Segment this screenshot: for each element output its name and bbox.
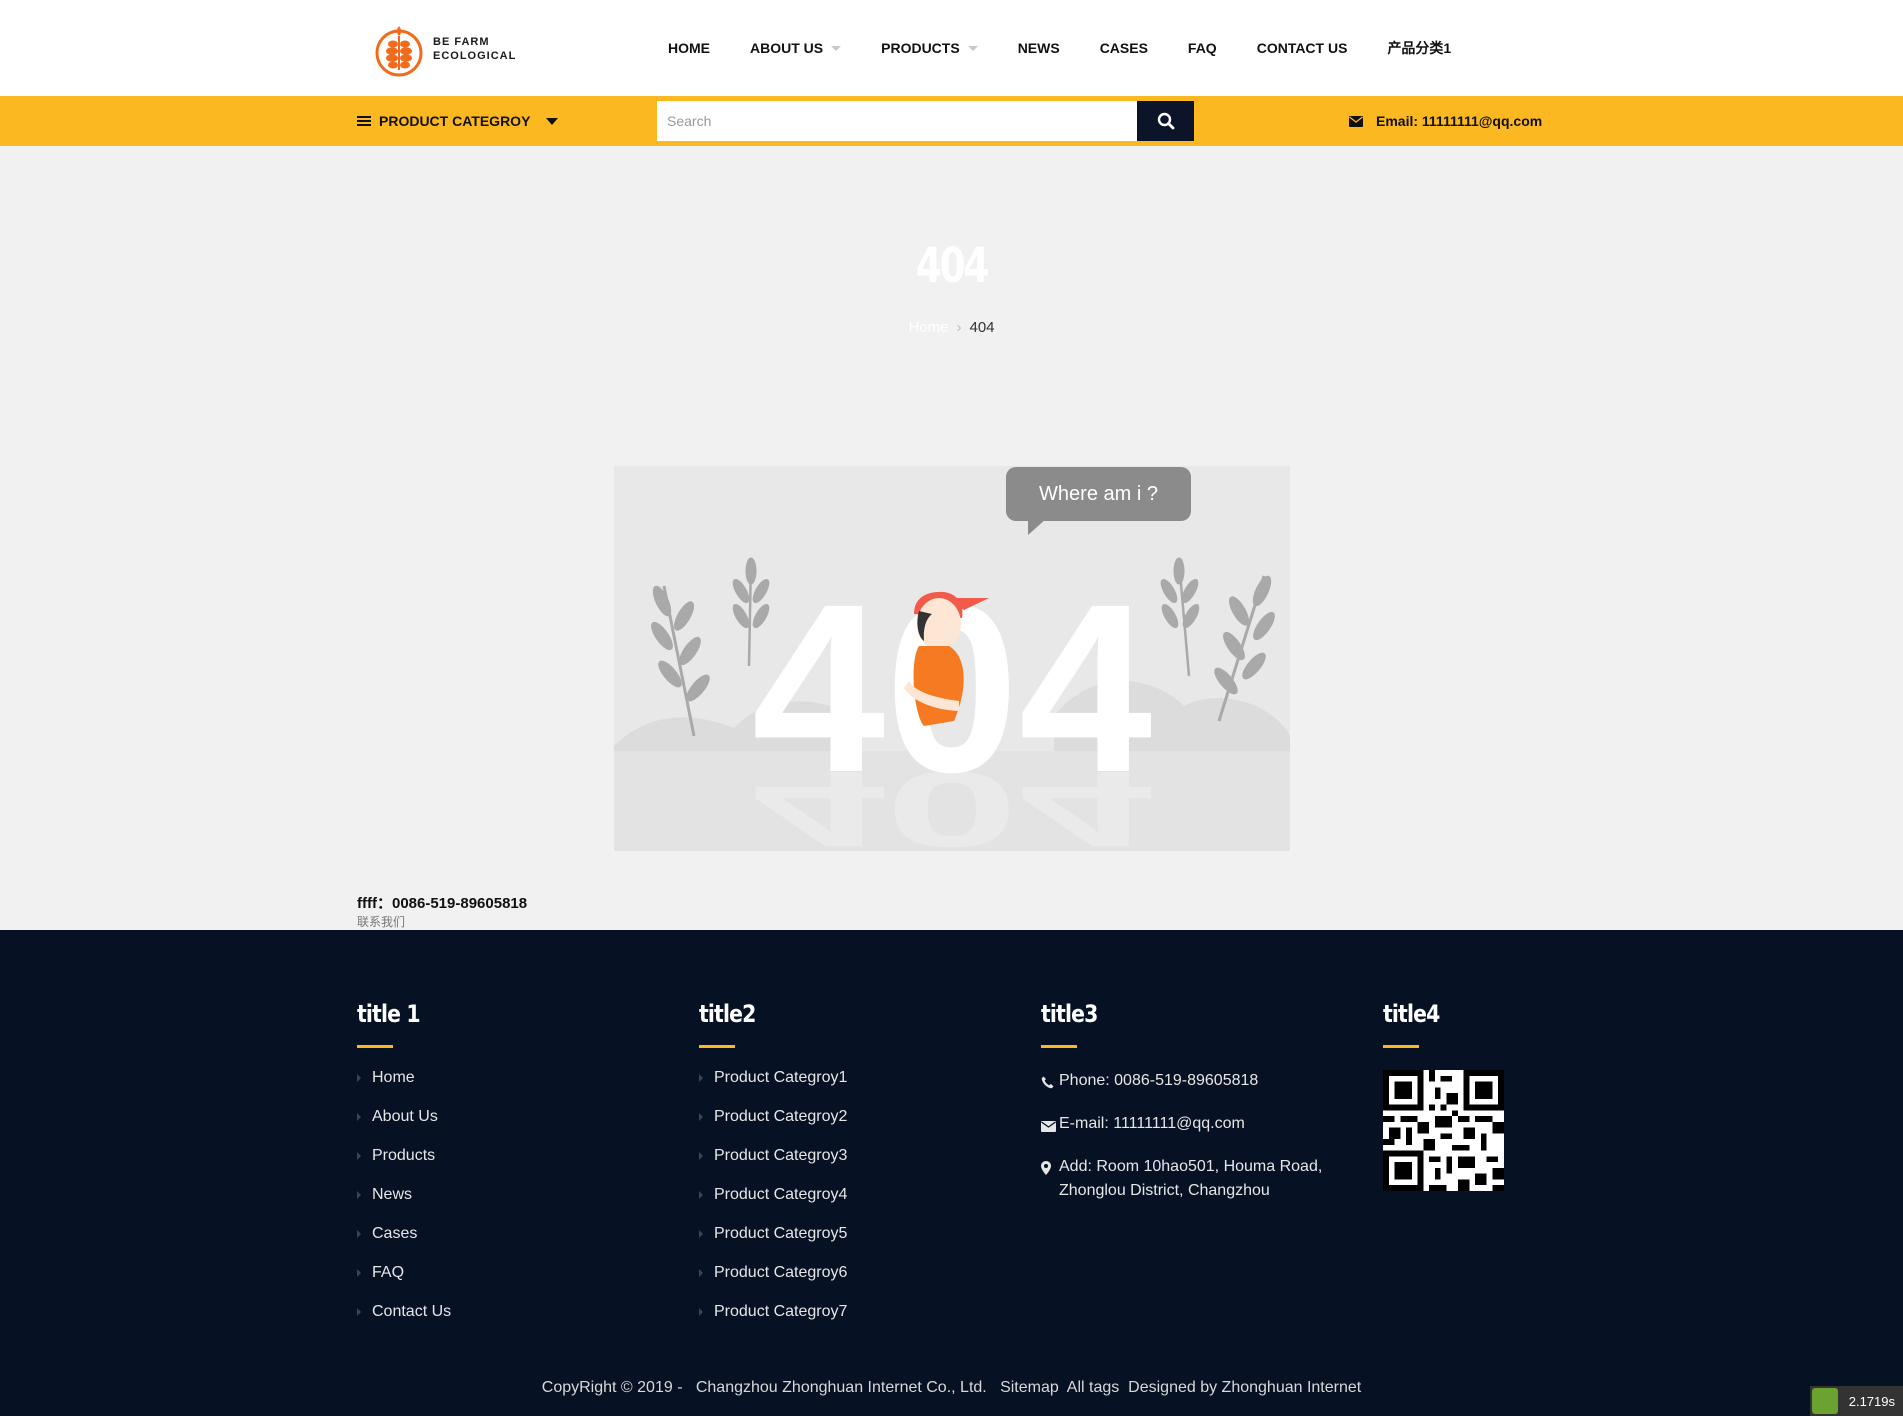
designed-by-link[interactable]: Designed by Zhonghuan Internet bbox=[1128, 1379, 1361, 1396]
product-category-dropdown[interactable]: PRODUCT CATEGROY bbox=[357, 96, 559, 146]
footer-link-category-7[interactable]: Product Categroy7 bbox=[699, 1303, 847, 1342]
page-title: 404 bbox=[915, 238, 989, 294]
sitemap-link[interactable]: Sitemap bbox=[1000, 1379, 1059, 1396]
footer-link-category-4[interactable]: Product Categroy4 bbox=[699, 1186, 847, 1225]
search-button[interactable] bbox=[1137, 101, 1194, 141]
breadcrumb: Home › 404 bbox=[0, 319, 1903, 336]
caret-down-icon bbox=[546, 117, 559, 125]
footer-contact-info: Phone: 0086-519-89605818 E-mail: 1111111… bbox=[1041, 1069, 1331, 1203]
nav-label: PRODUCTS bbox=[881, 40, 960, 56]
chevron-down-icon bbox=[967, 45, 978, 51]
nav-label: 产品分类1 bbox=[1387, 40, 1452, 56]
nav-products[interactable]: PRODUCTS bbox=[881, 40, 978, 56]
footer-email-row: E-mail: 11111111@qq.com bbox=[1041, 1112, 1331, 1140]
footer-title-underline bbox=[699, 1045, 735, 1048]
site-logo[interactable]: BE FARM ECOLOGICAL bbox=[357, 11, 532, 87]
nav-contact-us[interactable]: CONTACT US bbox=[1257, 40, 1348, 56]
footer-title-underline bbox=[1383, 1045, 1419, 1048]
footer-link-about-us[interactable]: About Us bbox=[357, 1108, 451, 1147]
footer-col-1-list: Home About Us Products News Cases FAQ Co… bbox=[357, 1069, 451, 1342]
nav-label: FAQ bbox=[1187, 40, 1217, 56]
footer-link-category-1[interactable]: Product Categroy1 bbox=[699, 1069, 847, 1108]
logo-line-1: BE FARM bbox=[433, 36, 490, 48]
site-footer bbox=[0, 930, 1903, 1416]
footer-link-category-6[interactable]: Product Categroy6 bbox=[699, 1264, 847, 1303]
footer-link-products[interactable]: Products bbox=[357, 1147, 451, 1186]
footer-link-category-2[interactable]: Product Categroy2 bbox=[699, 1108, 847, 1147]
footer-email: E-mail: 11111111@qq.com bbox=[1059, 1115, 1245, 1132]
envelope-icon bbox=[1041, 1112, 1059, 1140]
speech-bubble: Where am i ? bbox=[1006, 467, 1191, 535]
404-illustration: 404 404 bbox=[614, 466, 1290, 851]
timer-text: 2.1719s bbox=[1848, 1393, 1895, 1409]
footer-col-2-title: title2 bbox=[699, 1000, 756, 1028]
product-category-label: PRODUCT CATEGROY bbox=[379, 113, 531, 129]
nav-about-us[interactable]: ABOUT US bbox=[750, 40, 842, 56]
map-pin-icon bbox=[1041, 1155, 1059, 1183]
logo-line-2: ECOLOGICAL bbox=[433, 50, 517, 62]
nav-cases[interactable]: CASES bbox=[1100, 40, 1148, 56]
all-tags-link[interactable]: All tags bbox=[1067, 1379, 1119, 1396]
footer-phone: Phone: 0086-519-89605818 bbox=[1059, 1072, 1259, 1089]
nav-label: ABOUT US bbox=[750, 40, 824, 56]
search-input[interactable] bbox=[657, 101, 1137, 141]
footer-link-faq[interactable]: FAQ bbox=[357, 1264, 451, 1303]
footer-link-category-5[interactable]: Product Categroy5 bbox=[699, 1225, 847, 1264]
nav-product-category-1[interactable]: 产品分类1 bbox=[1387, 38, 1451, 58]
nav-label: CASES bbox=[1099, 40, 1148, 56]
breadcrumb-current: 404 bbox=[969, 319, 995, 336]
qr-code-icon bbox=[1383, 1070, 1504, 1191]
contact-us-link[interactable]: 联系我们 bbox=[357, 913, 405, 930]
footer-link-news[interactable]: News bbox=[357, 1186, 451, 1225]
footer-address: Add: Room 10hao501, Houma Road, Zhonglou… bbox=[1059, 1158, 1323, 1199]
footer-col-4-title: title4 bbox=[1383, 1000, 1440, 1028]
search-icon bbox=[1157, 112, 1174, 130]
header-email-text: Email: 11111111@qq.com bbox=[1376, 113, 1543, 129]
footer-col-4: title4 bbox=[1383, 1000, 1504, 1196]
footer-address-row: Add: Room 10hao501, Houma Road, Zhonglou… bbox=[1041, 1155, 1331, 1203]
footer-link-home[interactable]: Home bbox=[357, 1069, 451, 1108]
phone-icon bbox=[1041, 1069, 1059, 1097]
wheat-logo-icon bbox=[375, 26, 423, 77]
nav-label: NEWS bbox=[1017, 40, 1060, 56]
footer-title-underline bbox=[1041, 1045, 1077, 1048]
logo-text: BE FARM ECOLOGICAL bbox=[433, 35, 516, 63]
chevron-down-icon bbox=[831, 45, 842, 51]
footer-col-2: title2 Product Categroy1 Product Categro… bbox=[699, 1000, 847, 1342]
page-load-timer: 2.1719s bbox=[1810, 1386, 1903, 1416]
footer-phone-row: Phone: 0086-519-89605818 bbox=[1041, 1069, 1331, 1097]
footer-col-1-title: title 1 bbox=[357, 1000, 421, 1028]
footer-col-1: title 1 Home About Us Products News Case… bbox=[357, 1000, 451, 1342]
nav-news[interactable]: NEWS bbox=[1018, 40, 1060, 56]
header-email[interactable]: Email: 11111111@qq.com bbox=[1349, 96, 1542, 146]
footer-link-category-3[interactable]: Product Categroy3 bbox=[699, 1147, 847, 1186]
footer-col-2-list: Product Categroy1 Product Categroy2 Prod… bbox=[699, 1069, 847, 1342]
copyright-bar: CopyRight © 2019 - Changzhou Zhonghuan I… bbox=[0, 1379, 1903, 1397]
nav-faq[interactable]: FAQ bbox=[1188, 40, 1217, 56]
main-nav: HOME ABOUT US PRODUCTS NEWS CASES FAQ CO… bbox=[648, 0, 1471, 96]
svg-text:404: 404 bbox=[752, 749, 1152, 851]
leaf-icon bbox=[1812, 1388, 1838, 1414]
nav-home[interactable]: HOME bbox=[668, 40, 710, 56]
hamburger-icon bbox=[357, 114, 371, 128]
footer-link-cases[interactable]: Cases bbox=[357, 1225, 451, 1264]
footer-col-3: title3 Phone: 0086-519-89605818 E-mail: … bbox=[1041, 1000, 1331, 1218]
copyright-text: CopyRight © 2019 - Changzhou Zhonghuan I… bbox=[541, 1379, 987, 1396]
envelope-icon bbox=[1349, 115, 1363, 127]
nav-label: CONTACT US bbox=[1256, 40, 1348, 56]
footer-link-contact-us[interactable]: Contact Us bbox=[357, 1303, 451, 1342]
breadcrumb-separator-icon: › bbox=[956, 319, 962, 336]
footer-col-3-title: title3 bbox=[1041, 1000, 1098, 1028]
footer-title-underline bbox=[357, 1045, 393, 1048]
breadcrumb-home[interactable]: Home bbox=[908, 319, 948, 336]
contact-phone-line: ffff：0086-519-89605818 bbox=[357, 895, 528, 912]
nav-label: HOME bbox=[668, 40, 710, 56]
